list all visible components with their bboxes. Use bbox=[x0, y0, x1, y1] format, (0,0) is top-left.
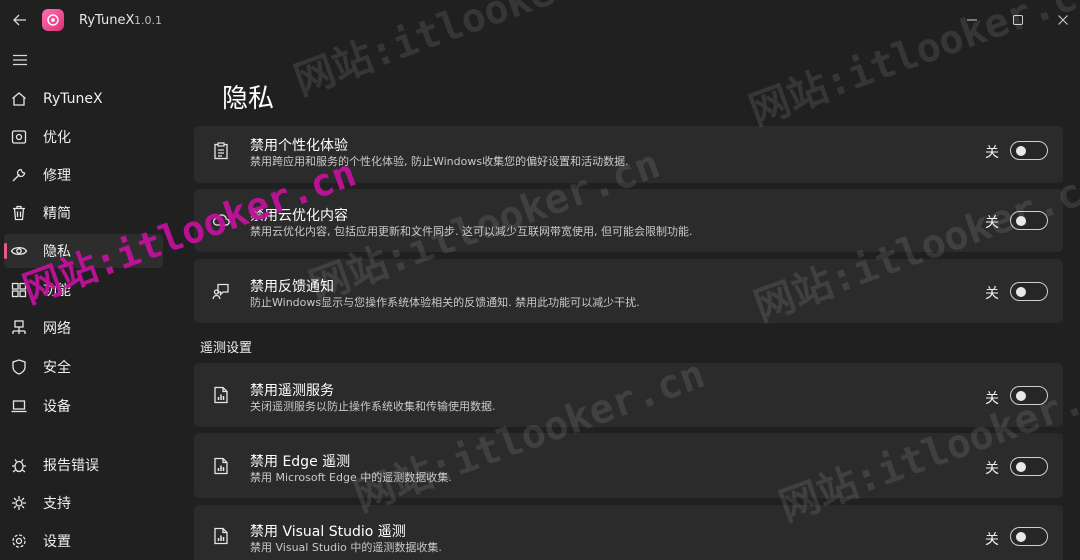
minimize-icon bbox=[967, 19, 977, 21]
sidebar-item-label: 隐私 bbox=[43, 244, 71, 260]
shield-icon bbox=[10, 358, 28, 376]
sidebar-item-features[interactable]: 功能 bbox=[4, 273, 163, 307]
setting-card-edge-telemetry: 禁用 Edge 遥测 禁用 Microsoft Edge 中的遥测数据收集. 关 bbox=[194, 433, 1063, 498]
card-title: 禁用反馈通知 bbox=[250, 279, 334, 295]
sidebar-item-home[interactable]: RyTuneX bbox=[4, 82, 163, 116]
card-title: 禁用 Visual Studio 遥测 bbox=[250, 524, 406, 540]
card-description: 禁用云优化内容, 包括应用更新和文件同步. 这可以减少互联网带宽使用, 但可能会… bbox=[250, 225, 693, 238]
sidebar-item-label: 支持 bbox=[43, 496, 71, 512]
sidebar-item-label: 修理 bbox=[43, 168, 71, 184]
sidebar-item-label: 网络 bbox=[43, 321, 71, 337]
eye-icon bbox=[10, 242, 28, 260]
toggle-knob bbox=[1016, 532, 1026, 542]
laptop-icon bbox=[10, 397, 28, 415]
feedback-icon bbox=[210, 280, 232, 302]
telemetry-service-toggle[interactable] bbox=[1010, 386, 1048, 405]
maximize-button[interactable] bbox=[1004, 8, 1032, 32]
toggle-knob bbox=[1016, 146, 1026, 156]
sidebar-item-support[interactable]: 支持 bbox=[4, 486, 163, 520]
bug-icon bbox=[10, 456, 28, 474]
gear-icon bbox=[10, 532, 28, 550]
sidebar-item-label: 设备 bbox=[43, 399, 71, 415]
title-bar: RyTuneX 1.0.1 bbox=[0, 0, 1080, 40]
card-description: 禁用 Microsoft Edge 中的遥测数据收集. bbox=[250, 471, 452, 484]
toggle-state-label: 关 bbox=[985, 286, 999, 302]
active-indicator bbox=[4, 243, 7, 259]
report-icon bbox=[210, 384, 232, 406]
app-title: RyTuneX bbox=[79, 13, 135, 28]
sidebar-item-privacy[interactable]: 隐私 bbox=[4, 234, 163, 268]
toggle-state-label: 关 bbox=[985, 145, 999, 161]
report-icon bbox=[210, 525, 232, 547]
card-description: 关闭遥测服务以防止操作系统收集和传输使用数据. bbox=[250, 400, 496, 413]
setting-card-personalized-experience: 禁用个性化体验 禁用跨应用和服务的个性化体验, 防止Windows收集您的偏好设… bbox=[194, 126, 1063, 183]
sidebar-item-label: 精简 bbox=[43, 206, 71, 222]
card-description: 禁用跨应用和服务的个性化体验, 防止Windows收集您的偏好设置和活动数据. bbox=[250, 155, 629, 168]
card-title: 禁用 Edge 遥测 bbox=[250, 454, 351, 470]
sidebar-item-device[interactable]: 设备 bbox=[4, 389, 163, 423]
toggle-state-label: 关 bbox=[985, 215, 999, 231]
toggle-knob bbox=[1016, 462, 1026, 472]
section-header-telemetry: 遥测设置 bbox=[200, 341, 253, 356]
setting-card-feedback-notifications: 禁用反馈通知 防止Windows显示与您操作系统体验相关的反馈通知. 禁用此功能… bbox=[194, 259, 1063, 323]
setting-card-cloud-optimized-content: 禁用云优化内容 禁用云优化内容, 包括应用更新和文件同步. 这可以减少互联网带宽… bbox=[194, 189, 1063, 252]
toggle-knob bbox=[1016, 216, 1026, 226]
toggle-knob bbox=[1016, 391, 1026, 401]
toggle-state-label: 关 bbox=[985, 461, 999, 477]
back-button[interactable] bbox=[8, 8, 32, 32]
network-icon bbox=[10, 319, 28, 337]
clipboard-icon bbox=[210, 140, 232, 162]
toggle-state-label: 关 bbox=[985, 532, 999, 548]
cloud-optimized-content-toggle[interactable] bbox=[1010, 211, 1048, 230]
minimize-button[interactable] bbox=[958, 8, 986, 32]
app-logo-icon bbox=[42, 9, 64, 31]
edge-telemetry-toggle[interactable] bbox=[1010, 457, 1048, 476]
arrow-left-icon bbox=[13, 14, 26, 26]
card-title: 禁用云优化内容 bbox=[250, 208, 348, 224]
home-icon bbox=[10, 90, 28, 108]
app-window: RyTuneX 1.0.1 RyTuneX 优化 修理 精简 隐私 功能 网络 … bbox=[0, 0, 1080, 560]
hamburger-icon bbox=[13, 54, 27, 66]
sidebar-item-label: 安全 bbox=[43, 360, 71, 376]
sidebar-item-label: RyTuneX bbox=[43, 91, 103, 107]
sidebar-item-security[interactable]: 安全 bbox=[4, 350, 163, 384]
personalized-experience-toggle[interactable] bbox=[1010, 141, 1048, 160]
sidebar-item-debloat[interactable]: 精简 bbox=[4, 196, 163, 230]
sidebar-item-label: 报告错误 bbox=[43, 458, 99, 474]
sidebar-item-label: 功能 bbox=[43, 283, 71, 299]
features-icon bbox=[10, 281, 28, 299]
sidebar-item-optimize[interactable]: 优化 bbox=[4, 120, 163, 154]
sidebar-item-report-bug[interactable]: 报告错误 bbox=[4, 448, 163, 482]
vs-telemetry-toggle[interactable] bbox=[1010, 527, 1048, 546]
menu-toggle-button[interactable] bbox=[8, 48, 32, 72]
close-button[interactable] bbox=[1049, 8, 1077, 32]
feedback-notifications-toggle[interactable] bbox=[1010, 282, 1048, 301]
trash-icon bbox=[10, 204, 28, 222]
optimize-icon bbox=[10, 128, 28, 146]
sidebar-item-label: 设置 bbox=[43, 534, 71, 550]
report-icon bbox=[210, 455, 232, 477]
cloud-icon bbox=[210, 209, 232, 231]
sidebar-item-repair[interactable]: 修理 bbox=[4, 158, 163, 192]
setting-card-vs-telemetry: 禁用 Visual Studio 遥测 禁用 Visual Studio 中的遥… bbox=[194, 505, 1063, 560]
sidebar-item-settings[interactable]: 设置 bbox=[4, 524, 163, 558]
maximize-icon bbox=[1013, 15, 1023, 25]
support-icon bbox=[10, 494, 28, 512]
wrench-icon bbox=[10, 166, 28, 184]
card-description: 禁用 Visual Studio 中的遥测数据收集. bbox=[250, 541, 442, 554]
app-version: 1.0.1 bbox=[134, 14, 162, 27]
sidebar-item-label: 优化 bbox=[43, 130, 71, 146]
toggle-state-label: 关 bbox=[985, 391, 999, 407]
close-icon bbox=[1058, 15, 1068, 25]
setting-card-telemetry-service: 禁用遥测服务 关闭遥测服务以防止操作系统收集和传输使用数据. 关 bbox=[194, 363, 1063, 427]
toggle-knob bbox=[1016, 287, 1026, 297]
card-title: 禁用个性化体验 bbox=[250, 138, 348, 154]
sidebar-item-network[interactable]: 网络 bbox=[4, 311, 163, 345]
card-description: 防止Windows显示与您操作系统体验相关的反馈通知. 禁用此功能可以减少干扰. bbox=[250, 296, 640, 309]
page-title: 隐私 bbox=[222, 84, 275, 114]
card-title: 禁用遥测服务 bbox=[250, 383, 334, 399]
